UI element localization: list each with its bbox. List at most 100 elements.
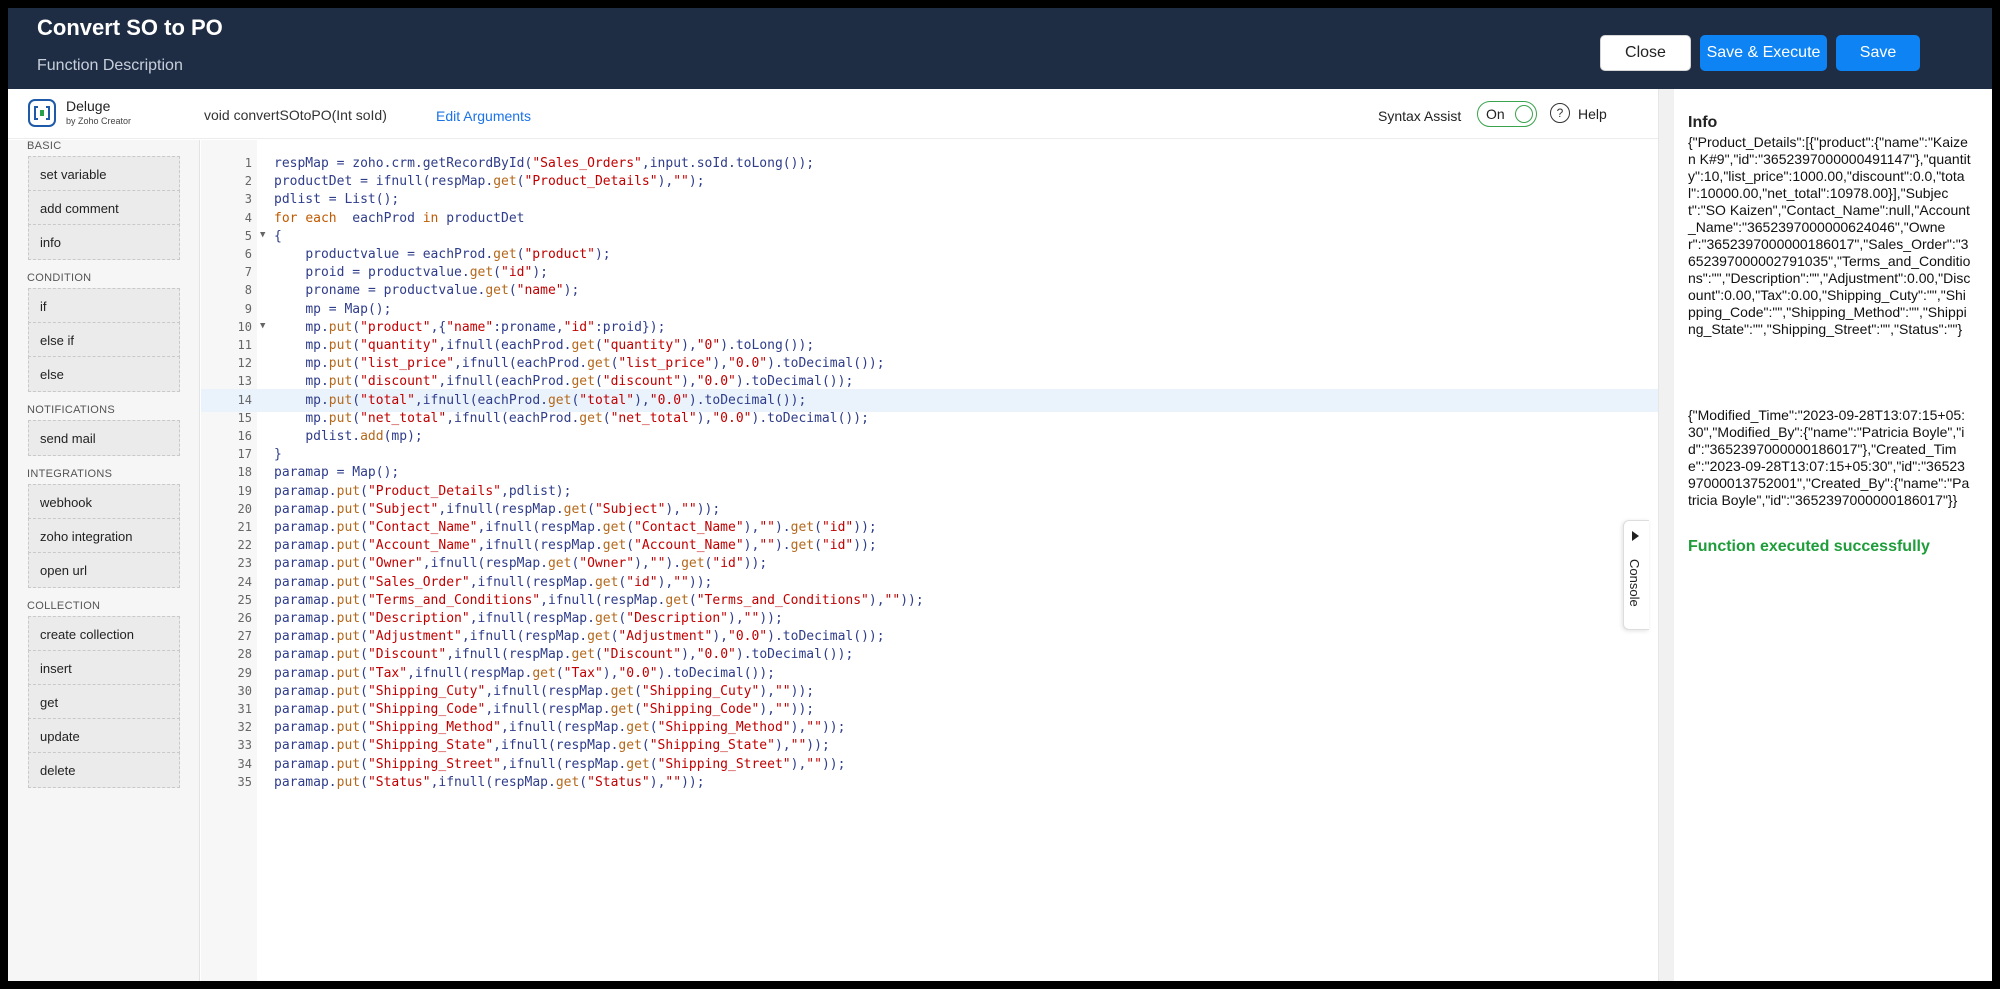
line-number: 2: [244, 174, 252, 189]
code-text: {: [274, 228, 282, 244]
code-text: paramap.put("Subject",ifnull(respMap.get…: [274, 501, 721, 517]
code-text: paramap.put("Owner",ifnull(respMap.get("…: [274, 556, 768, 572]
info-panel: Info {"Product_Details":[{"product":{"na…: [1658, 89, 1992, 981]
palette-section-heading: BASIC: [27, 140, 62, 152]
edit-arguments-link[interactable]: Edit Arguments: [436, 108, 531, 124]
line-number: 19: [237, 483, 252, 498]
code-text: paramap.put("Tax",ifnull(respMap.get("Ta…: [274, 665, 775, 681]
line-number: 13: [237, 374, 252, 389]
line-number: 23: [237, 556, 252, 571]
line-number: 18: [237, 465, 252, 480]
code-text: respMap = zoho.crm.getRecordById("Sales_…: [274, 156, 815, 171]
save-execute-button[interactable]: Save & Execute: [1700, 35, 1827, 71]
palette-item-open-url[interactable]: open url: [28, 552, 180, 588]
code-text: productvalue = eachProd.get("product");: [305, 247, 611, 262]
palette-item-insert[interactable]: insert: [28, 650, 180, 686]
line-number: 28: [237, 647, 252, 662]
app-window: Convert SO to PO Function Description Cl…: [8, 8, 1992, 981]
code-text: paramap.put("Shipping_Code",ifnull(respM…: [274, 702, 815, 717]
info-output-1: {"Product_Details":[{"product":{"name":"…: [1688, 134, 1971, 337]
code-text: proname = productvalue.get("name");: [305, 283, 580, 299]
help-icon[interactable]: ?: [1550, 103, 1570, 123]
code-editor[interactable]: 1 respMap = zoho.crm.getRecordById("Sales…: [201, 140, 1658, 981]
code-text: paramap.put("Shipping_Street",ifnull(res…: [274, 756, 846, 772]
line-number: 20: [237, 501, 252, 516]
palette-item-if[interactable]: if: [28, 288, 180, 324]
palette-item-delete[interactable]: delete: [28, 752, 180, 788]
code-text: mp.put("total",ifnull(eachProd.get("tota…: [305, 392, 807, 408]
palette-item-webhook[interactable]: webhook: [28, 484, 180, 520]
palette-item-zoho-integration[interactable]: zoho integration: [28, 518, 180, 554]
line-number: 4: [244, 210, 252, 225]
line-number: 35: [237, 774, 252, 789]
line-number: 31: [237, 702, 252, 716]
code-text: paramap.put("Product_Details",pdlist);: [274, 483, 572, 499]
palette-item-else-if[interactable]: else if: [28, 322, 180, 358]
line-number: 11: [237, 338, 252, 352]
console-toggle-tab[interactable]: Console: [1623, 520, 1649, 630]
palette-item-send-mail[interactable]: send mail: [28, 420, 180, 456]
line-number: 16: [237, 429, 252, 443]
close-button[interactable]: Close: [1600, 35, 1691, 71]
expand-arrow-icon: [1632, 531, 1639, 541]
palette-section-heading: COLLECTION: [27, 600, 101, 612]
code-text: paramap = Map();: [274, 465, 400, 481]
code-text: paramap.put("Shipping_State",ifnull(resp…: [274, 738, 830, 754]
help-link[interactable]: Help: [1578, 106, 1607, 122]
code-text: pdlist = List();: [274, 192, 400, 208]
toggle-knob: [1515, 105, 1533, 123]
palette-item-else[interactable]: else: [28, 356, 180, 392]
code-text: paramap.put("Discount",ifnull(respMap.ge…: [274, 647, 854, 663]
function-description[interactable]: Function Description: [37, 57, 183, 75]
line-number: 12: [237, 356, 252, 371]
palette-item-create-collection[interactable]: create collection: [28, 616, 180, 652]
code-text: paramap.put("Shipping_Method",ifnull(res…: [274, 720, 846, 736]
line-number: 21: [237, 520, 252, 534]
palette-section-heading: INTEGRATIONS: [27, 468, 113, 480]
code-text: proid = productvalue.get("id");: [305, 265, 548, 281]
page-title: Convert SO to PO: [37, 15, 223, 40]
palette-item-add-comment[interactable]: add comment: [28, 190, 180, 226]
line-number: 34: [237, 756, 252, 771]
code-text: paramap.put("Adjustment",ifnull(respMap.…: [274, 629, 885, 645]
line-number: 24: [237, 574, 252, 589]
code-line[interactable]: 35 paramap.put("Status",ifnull(respMap.ge…: [201, 771, 1658, 794]
info-output-2: {"Modified_Time":"2023-09-28T13:07:15+05…: [1688, 407, 1970, 508]
code-text: mp.put("list_price",ifnull(eachProd.get(…: [305, 356, 885, 372]
palette-section-heading: NOTIFICATIONS: [27, 404, 116, 416]
header-bar: Convert SO to PO Function Description Cl…: [8, 8, 1992, 89]
line-number: 30: [237, 683, 252, 698]
syntax-assist-toggle[interactable]: On: [1477, 101, 1537, 127]
code-text: productDet = ifnull(respMap.get("Product…: [274, 174, 705, 190]
code-text: for each eachProd in productDet: [274, 210, 525, 226]
code-text: paramap.put("Sales_Order",ifnull(respMap…: [274, 574, 713, 590]
line-number: 33: [237, 738, 252, 753]
line-number: 25: [237, 592, 252, 607]
line-number: 17: [237, 447, 252, 462]
code-text: mp.put("product",{"name":proname,"id":pr…: [305, 319, 666, 335]
panel-divider: [1659, 89, 1674, 981]
code-text: mp = Map();: [305, 301, 392, 317]
execution-status: Function executed successfully: [1688, 538, 1930, 555]
line-number: 9: [244, 301, 252, 316]
line-number: 14: [237, 392, 252, 407]
line-number: 26: [237, 611, 252, 625]
palette-item-get[interactable]: get: [28, 684, 180, 720]
brand-name: Deluge: [66, 98, 111, 114]
console-label: Console: [1627, 559, 1642, 607]
palette-item-update[interactable]: update: [28, 718, 180, 754]
code-text: paramap.put("Description",ifnull(respMap…: [274, 611, 783, 626]
code-text: paramap.put("Shipping_Cuty",ifnull(respM…: [274, 683, 815, 699]
code-text: paramap.put("Terms_and_Conditions",ifnul…: [274, 592, 924, 608]
line-number: 10: [237, 319, 252, 334]
line-number: 15: [237, 410, 252, 425]
editor-toolbar: Deluge by Zoho Creator void convertSOtoP…: [8, 89, 1658, 139]
palette-item-set-variable[interactable]: set variable: [28, 156, 180, 192]
code-text: mp.put("discount",ifnull(eachProd.get("d…: [305, 374, 854, 390]
fold-arrow-icon[interactable]: ▼: [260, 230, 265, 240]
fold-arrow-icon[interactable]: ▼: [260, 321, 265, 331]
save-button[interactable]: Save: [1836, 35, 1920, 71]
palette-item-info[interactable]: info: [28, 224, 180, 260]
line-number: 8: [244, 283, 252, 298]
line-number: 7: [244, 265, 252, 280]
